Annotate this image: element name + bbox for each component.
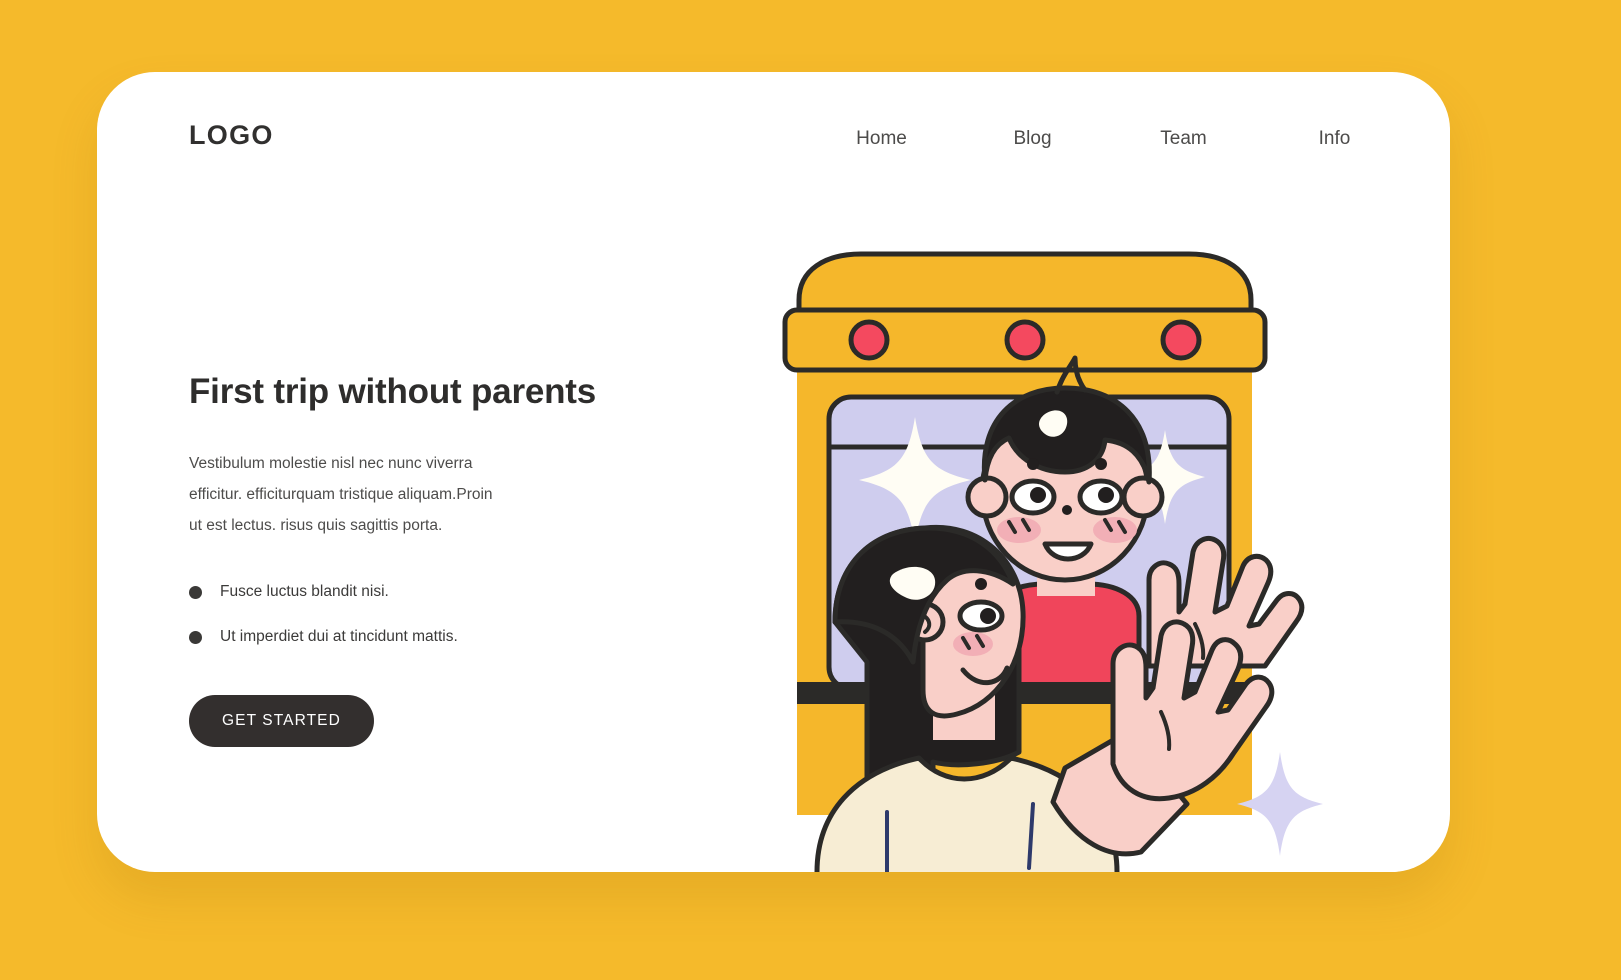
- list-item-label: Ut imperdiet dui at tincidunt mattis.: [220, 628, 458, 645]
- hero-card: LOGO Home Blog Team Info First trip with…: [97, 72, 1450, 872]
- bullet-dot-icon: [189, 585, 202, 599]
- get-started-button[interactable]: GET STARTED: [189, 695, 374, 747]
- page-title: First trip without parents: [189, 372, 597, 411]
- hero-feature-list: Fusce luctus blandit nisi. Ut imperdiet …: [189, 583, 619, 646]
- girl-cheek: [953, 632, 993, 656]
- hero-copy-column: First trip without parents Vestibulum mo…: [189, 372, 619, 747]
- primary-navigation: Home Blog Team Info: [806, 128, 1410, 150]
- page-root: LOGO Home Blog Team Info First trip with…: [0, 0, 1621, 980]
- boy-cheek: [1093, 517, 1137, 543]
- hero-illustration: [757, 192, 1377, 872]
- list-item: Fusce luctus blandit nisi.: [189, 583, 619, 601]
- bus-roof-top: [796, 251, 1254, 313]
- site-logo[interactable]: LOGO: [189, 120, 274, 151]
- nav-item-blog[interactable]: Blog: [957, 128, 1108, 150]
- list-item: Ut imperdiet dui at tincidunt mattis.: [189, 628, 619, 646]
- girl-pupil: [980, 608, 996, 624]
- boy-ear: [1121, 475, 1165, 519]
- bus-light-icon: [1004, 319, 1046, 361]
- girl-brow-dot: [975, 578, 987, 590]
- boy-cheek: [997, 517, 1041, 543]
- nav-item-home[interactable]: Home: [806, 128, 957, 150]
- boy-pupil: [1098, 487, 1114, 503]
- bus-light-icon: [1160, 319, 1202, 361]
- hero-description: Vestibulum molestie nisl nec nunc viverr…: [189, 455, 493, 534]
- boy-pupil: [1030, 487, 1046, 503]
- boy-nose: [1062, 505, 1072, 515]
- list-item-label: Fusce luctus blandit nisi.: [220, 583, 389, 600]
- nav-item-info[interactable]: Info: [1259, 128, 1410, 150]
- boy-brow-dot: [1095, 458, 1107, 470]
- bullet-dot-icon: [189, 630, 202, 644]
- boy-ear: [965, 475, 1009, 519]
- boy-brow-dot: [1027, 458, 1039, 470]
- nav-item-team[interactable]: Team: [1108, 128, 1259, 150]
- bus-light-icon: [848, 319, 890, 361]
